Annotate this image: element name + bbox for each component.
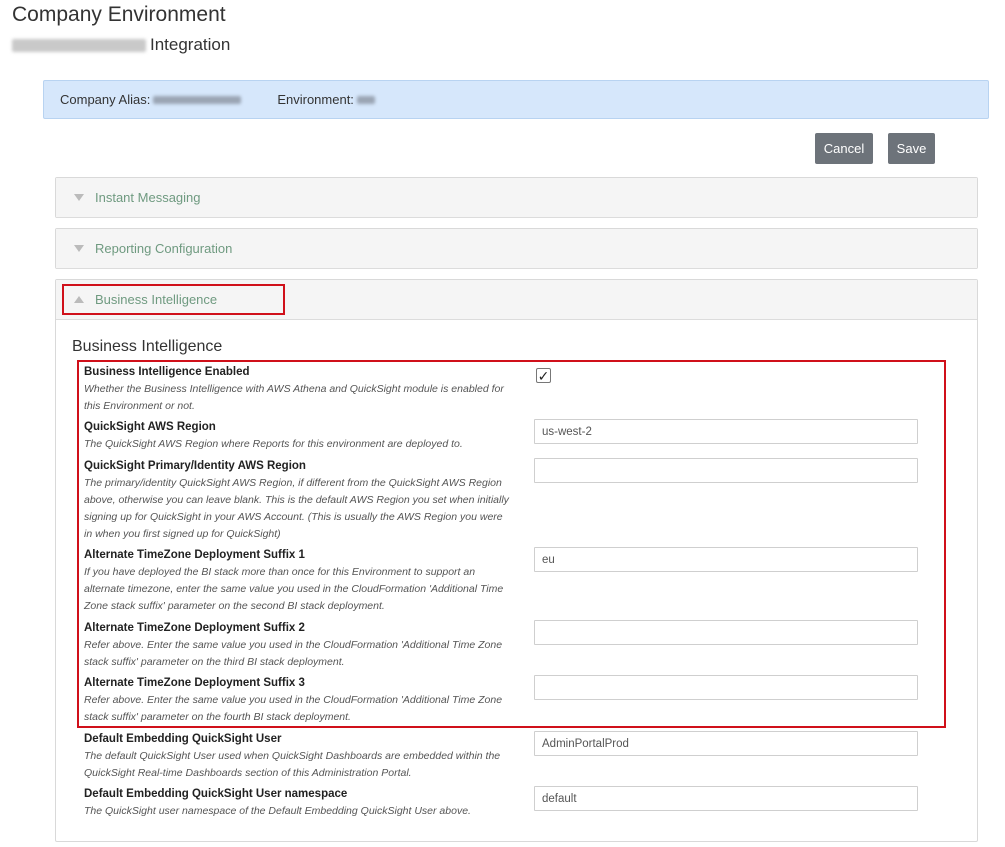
collapse-arrow-icon — [74, 245, 84, 252]
panel-header-reporting-configuration[interactable]: Reporting Configuration — [56, 229, 977, 269]
panel-reporting-configuration: Reporting Configuration — [55, 228, 978, 269]
environment-label: Environment: — [277, 92, 354, 107]
primary-identity-region-input[interactable] — [534, 458, 918, 483]
save-button[interactable]: Save — [888, 133, 935, 164]
field-label: Alternate TimeZone Deployment Suffix 3 — [84, 677, 305, 689]
bi-enabled-checkbox[interactable]: ✓ — [536, 368, 551, 383]
field-description: The QuickSight user namespace of the Def… — [84, 805, 471, 817]
redacted-company-alias — [153, 95, 242, 104]
page-subtitle: Integration — [12, 35, 230, 55]
embedding-user-input[interactable]: AdminPortalProd — [534, 731, 918, 756]
panel-label: Instant Messaging — [95, 190, 201, 205]
check-icon: ✓ — [537, 367, 550, 384]
collapse-arrow-icon — [74, 194, 84, 201]
field-description: The default QuickSight User used when Qu… — [84, 750, 501, 779]
panel-header-instant-messaging[interactable]: Instant Messaging — [56, 178, 977, 218]
field-label: Alternate TimeZone Deployment Suffix 2 — [84, 622, 305, 634]
field-description: Refer above. Enter the same value you us… — [84, 694, 503, 723]
page-title: Company Environment — [12, 3, 226, 26]
cancel-button[interactable]: Cancel — [815, 133, 873, 164]
panel-header-business-intelligence[interactable]: Business Intelligence — [56, 280, 977, 320]
field-description: Whether the Business Intelligence with A… — [84, 383, 504, 412]
field-label: QuickSight AWS Region — [84, 421, 216, 433]
info-bar: Company Alias: Environment: — [43, 80, 989, 119]
field-label: Default Embedding QuickSight User — [84, 733, 282, 745]
field-description: The primary/identity QuickSight AWS Regi… — [84, 477, 509, 540]
panel-label: Business Intelligence — [95, 292, 218, 307]
timezone-suffix-2-input[interactable] — [534, 620, 918, 645]
embedding-namespace-input[interactable]: default — [534, 786, 918, 811]
field-label: QuickSight Primary/Identity AWS Region — [84, 460, 306, 472]
panel-label: Reporting Configuration — [95, 241, 233, 256]
panel-instant-messaging: Instant Messaging — [55, 177, 978, 218]
timezone-suffix-3-input[interactable] — [534, 675, 918, 700]
redacted-environment — [356, 95, 375, 104]
subtitle-text: Integration — [150, 35, 231, 54]
timezone-suffix-1-input[interactable]: eu — [534, 547, 918, 572]
field-label: Business Intelligence Enabled — [84, 366, 250, 378]
field-description: Refer above. Enter the same value you us… — [84, 639, 503, 668]
company-alias-label: Company Alias: — [60, 92, 151, 107]
quicksight-region-input[interactable]: us-west-2 — [534, 419, 918, 444]
field-description: If you have deployed the BI stack more t… — [84, 566, 504, 612]
field-label: Default Embedding QuickSight User namesp… — [84, 788, 348, 800]
field-description: The QuickSight AWS Region where Reports … — [84, 438, 463, 450]
section-title: Business Intelligence — [72, 338, 223, 355]
expand-arrow-icon — [74, 296, 84, 303]
field-label: Alternate TimeZone Deployment Suffix 1 — [84, 549, 305, 561]
redacted-integration-name — [12, 38, 146, 52]
